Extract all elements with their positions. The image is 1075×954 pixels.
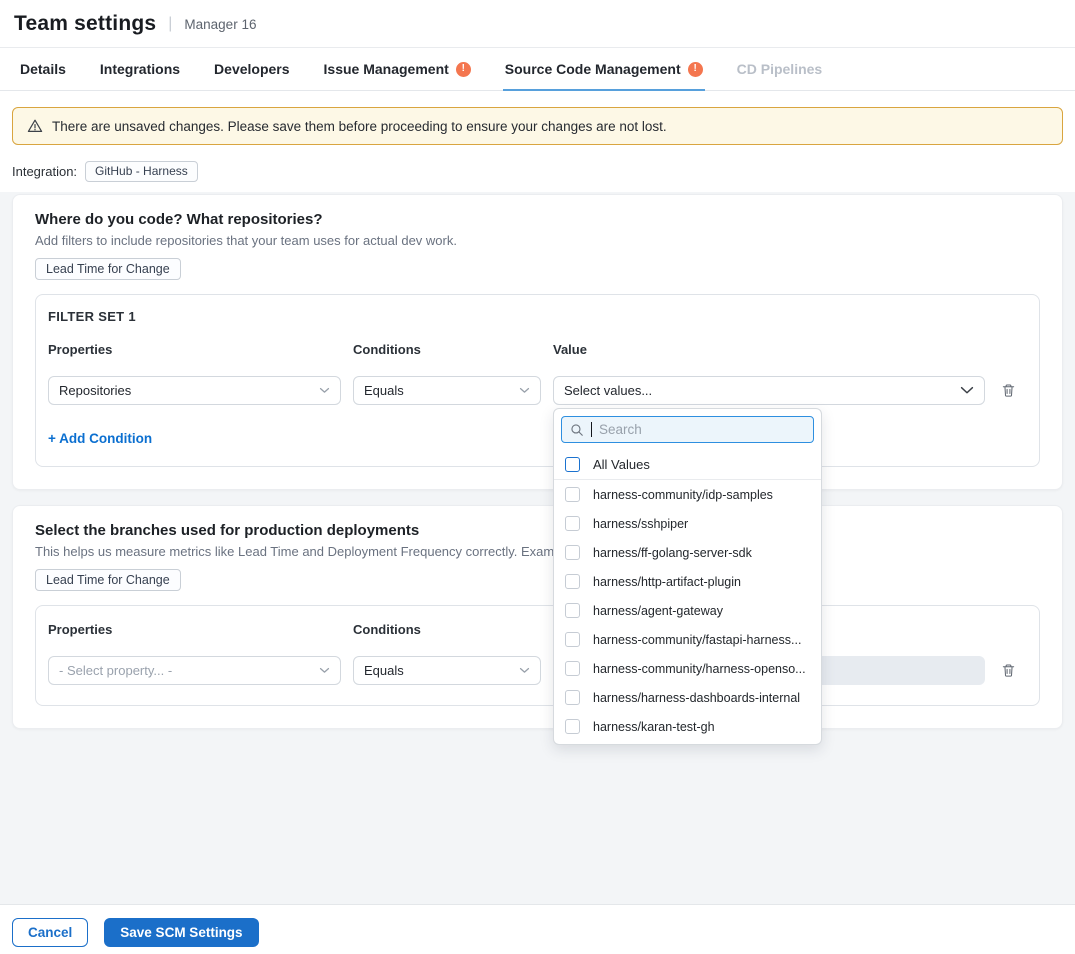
lead-time-chip: Lead Time for Change <box>35 258 181 280</box>
dropdown-option[interactable]: harness-community/idp-samples <box>554 480 821 509</box>
dropdown-option[interactable]: harness/harness-dashboards-internal <box>554 683 821 712</box>
dropdown-option[interactable]: harness/integrations-dashboard <box>554 741 821 745</box>
tab[interactable]: Details ! <box>18 48 68 91</box>
warning-badge-icon: ! <box>688 62 703 77</box>
chevron-down-icon <box>519 387 530 394</box>
delete-filter-button[interactable] <box>997 660 1019 682</box>
option-checkbox[interactable] <box>565 690 580 705</box>
repositories-card-subtitle: Add filters to include repositories that… <box>35 233 1040 248</box>
all-values-option[interactable]: All Values <box>554 450 821 480</box>
page-title: Team settings <box>14 12 156 36</box>
delete-filter-button[interactable] <box>997 380 1019 402</box>
unsaved-changes-banner: There are unsaved changes. Please save t… <box>12 107 1063 145</box>
chevron-down-icon <box>960 386 974 395</box>
integration-label: Integration: <box>12 164 77 179</box>
filter-set-title: FILTER SET 1 <box>48 309 1027 324</box>
tab[interactable]: Source Code Management ! <box>503 48 705 91</box>
search-placeholder: Search <box>599 422 642 437</box>
warning-badge-icon: ! <box>456 62 471 77</box>
cancel-button[interactable]: Cancel <box>12 918 88 947</box>
tab-bar: Details ! Integrations ! Developers ! Is… <box>0 48 1075 91</box>
page-header: Team settings | Manager 16 <box>0 0 1075 48</box>
branch-filter-card: Properties Conditions Value - Select pro… <box>35 605 1040 706</box>
title-separator: | <box>168 15 172 33</box>
footer-action-bar: Cancel Save SCM Settings <box>0 904 1075 954</box>
value-select[interactable]: Select values... <box>553 376 985 405</box>
properties-column-label: Properties <box>48 342 341 357</box>
branches-card-title: Select the branches used for production … <box>35 522 1040 539</box>
dropdown-option[interactable]: harness/sshpiper <box>554 509 821 538</box>
conditions-column-label: Conditions <box>353 342 541 357</box>
filter-controls-row: Repositories Equals Select values... <box>48 376 1027 405</box>
dropdown-option[interactable]: harness/agent-gateway <box>554 596 821 625</box>
option-checkbox[interactable] <box>565 487 580 502</box>
property-select[interactable]: - Select property... - <box>48 656 341 685</box>
banner-text: There are unsaved changes. Please save t… <box>52 119 667 134</box>
filter-column-labels: Properties Conditions Value <box>48 342 1027 357</box>
option-checkbox[interactable] <box>565 545 580 560</box>
condition-select[interactable]: Equals <box>353 376 541 405</box>
value-dropdown-panel: Search All Values harness-community/idp-… <box>553 408 822 745</box>
tab[interactable]: Integrations ! <box>98 48 182 91</box>
trash-icon <box>1001 383 1016 398</box>
warning-triangle-icon <box>27 118 43 134</box>
chevron-down-icon <box>519 667 530 674</box>
dropdown-option[interactable]: harness-community/fastapi-harness... <box>554 625 821 654</box>
value-column-label: Value <box>553 342 985 357</box>
option-checkbox[interactable] <box>565 574 580 589</box>
properties-column-label: Properties <box>48 622 341 637</box>
filter-column-labels: Properties Conditions Value <box>48 622 1027 637</box>
option-checkbox[interactable] <box>565 719 580 734</box>
option-checkbox[interactable] <box>565 603 580 618</box>
tab[interactable]: CD Pipelines ! <box>735 48 825 91</box>
trash-icon <box>1001 663 1016 678</box>
integration-chip[interactable]: GitHub - Harness <box>85 161 198 182</box>
add-condition-link[interactable]: + Add Condition <box>48 431 152 446</box>
option-checkbox[interactable] <box>565 661 580 676</box>
branches-card-subtitle: This helps us measure metrics like Lead … <box>35 544 1040 559</box>
team-name: Manager 16 <box>184 17 256 32</box>
save-scm-settings-button[interactable]: Save SCM Settings <box>104 918 258 947</box>
dropdown-option[interactable]: harness-community/harness-openso... <box>554 654 821 683</box>
chevron-down-icon <box>319 387 330 394</box>
content-area: Where do you code? What repositories? Ad… <box>0 192 1075 904</box>
repositories-card-title: Where do you code? What repositories? <box>35 211 1040 228</box>
dropdown-option[interactable]: harness/karan-test-gh <box>554 712 821 741</box>
repositories-card: Where do you code? What repositories? Ad… <box>12 194 1063 490</box>
tab[interactable]: Issue Management ! <box>322 48 473 91</box>
filter-set-1-card: FILTER SET 1 Properties Conditions Value… <box>35 294 1040 467</box>
tab[interactable]: Developers ! <box>212 48 291 91</box>
text-cursor <box>591 422 592 437</box>
property-select[interactable]: Repositories <box>48 376 341 405</box>
option-checkbox[interactable] <box>565 632 580 647</box>
option-checkbox[interactable] <box>565 516 580 531</box>
lead-time-chip: Lead Time for Change <box>35 569 181 591</box>
all-values-label: All Values <box>593 457 650 472</box>
dropdown-option[interactable]: harness/ff-golang-server-sdk <box>554 538 821 567</box>
search-icon <box>570 423 584 437</box>
dropdown-options-list: harness-community/idp-samples harness/ss… <box>554 480 821 745</box>
dropdown-option[interactable]: harness/http-artifact-plugin <box>554 567 821 596</box>
integration-row: Integration: GitHub - Harness <box>12 161 1063 182</box>
dropdown-search-input[interactable]: Search <box>561 416 814 443</box>
condition-select[interactable]: Equals <box>353 656 541 685</box>
all-values-checkbox[interactable] <box>565 457 580 472</box>
filter-controls-row: - Select property... - Equals <box>48 656 1027 685</box>
conditions-column-label: Conditions <box>353 622 541 637</box>
branches-card: Select the branches used for production … <box>12 505 1063 729</box>
chevron-down-icon <box>319 667 330 674</box>
